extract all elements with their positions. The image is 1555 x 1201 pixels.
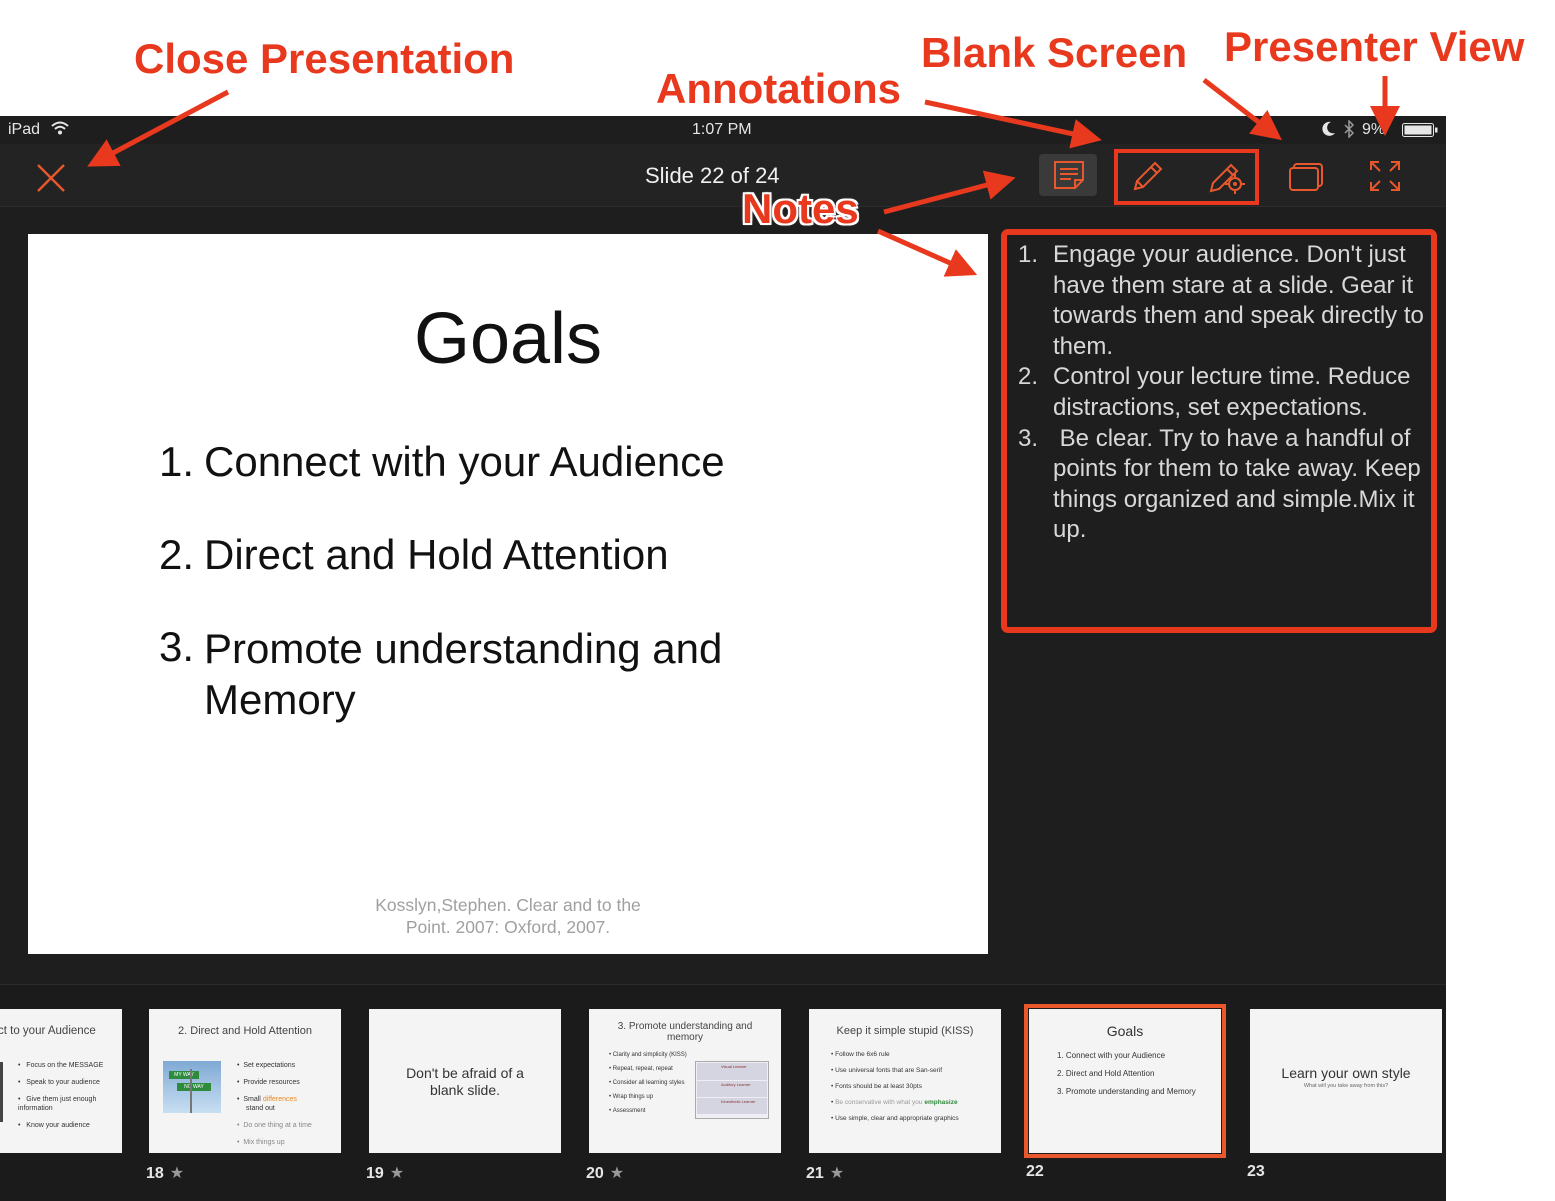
notes-label: Notes: [742, 185, 859, 232]
annotation-overlay: [87, 76, 1437, 633]
